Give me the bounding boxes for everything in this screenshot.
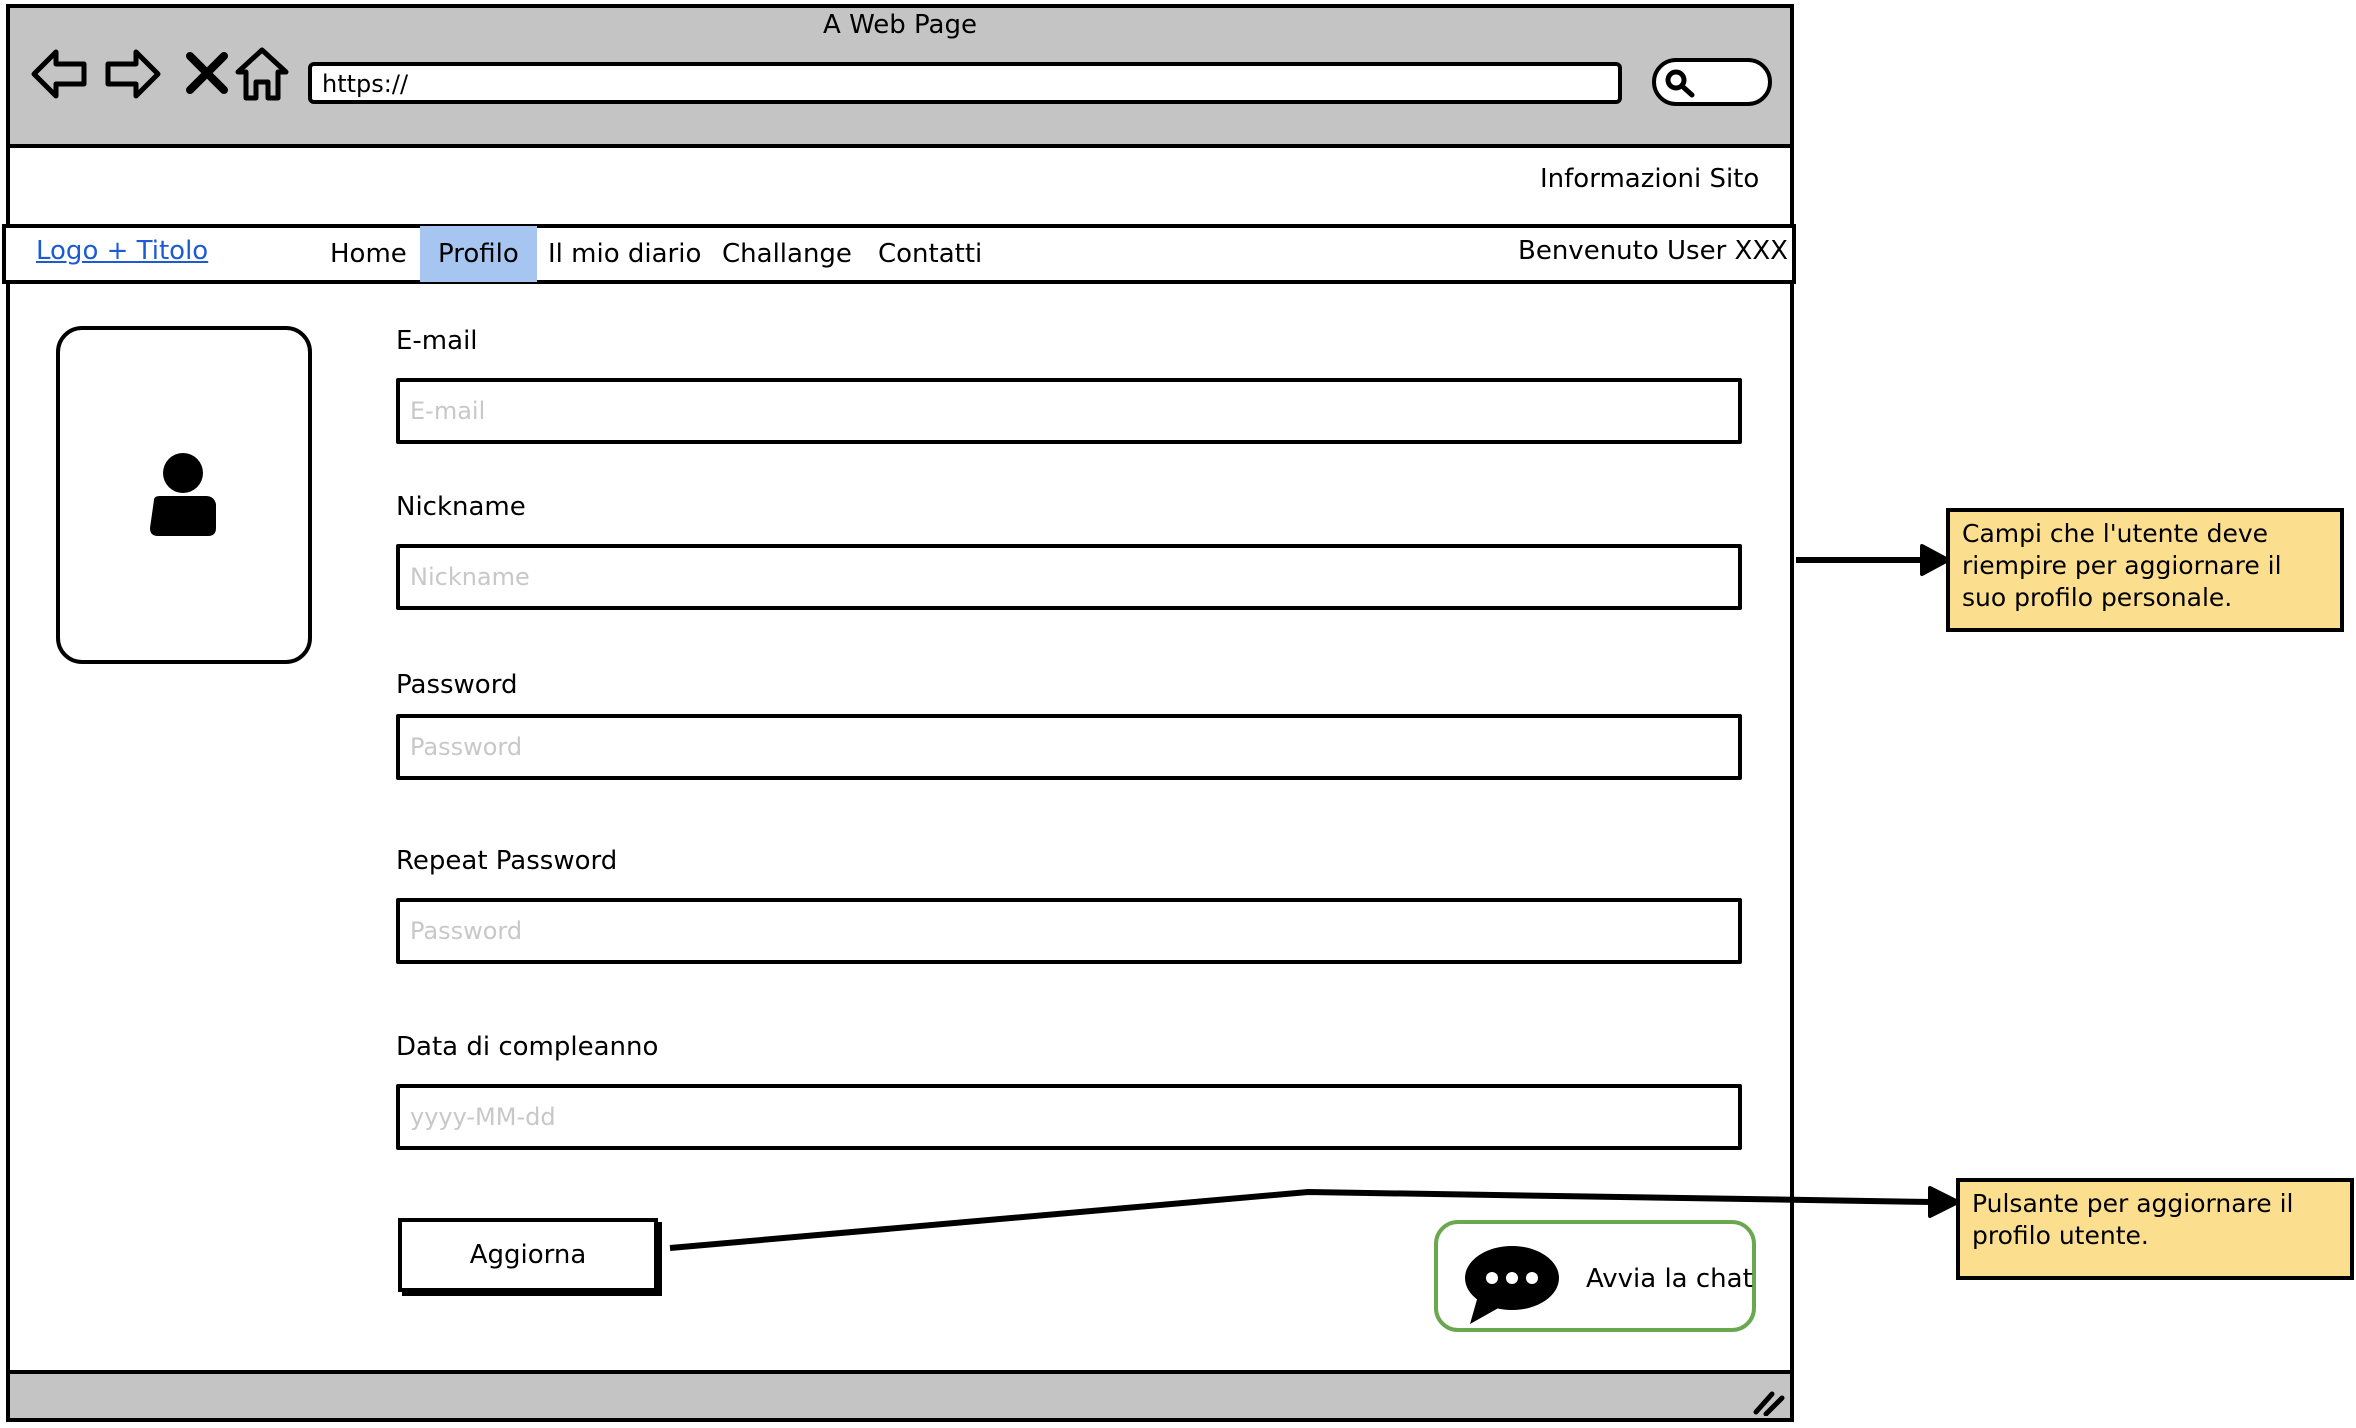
email-field[interactable] [396, 378, 1742, 444]
browser-status-bar [6, 1370, 1794, 1422]
birthday-label: Data di compleanno [396, 1032, 659, 1062]
birthday-field[interactable] [396, 1084, 1742, 1150]
welcome-user-text: Benvenuto User XXX [1518, 236, 1788, 266]
speech-bubble-icon [1465, 1246, 1559, 1324]
email-label: E-mail [396, 326, 478, 356]
address-bar-url: https:// [322, 70, 409, 98]
nav-item-home[interactable]: Home [312, 226, 425, 282]
browser-window [6, 4, 1794, 1422]
home-icon[interactable] [232, 44, 292, 104]
password-label: Password [396, 670, 518, 700]
repeat-password-label: Repeat Password [396, 846, 618, 876]
repeat-password-field[interactable] [396, 898, 1742, 964]
back-arrow-icon[interactable] [30, 44, 90, 104]
nav-item-contatti[interactable]: Contatti [860, 226, 1000, 282]
update-button[interactable]: Aggiorna [398, 1218, 658, 1292]
start-chat-label: Avvia la chat [1586, 1264, 1753, 1294]
password-field[interactable] [396, 714, 1742, 780]
address-bar[interactable]: https:// [308, 62, 1622, 104]
site-info-link[interactable]: Informazioni Sito [1540, 164, 1759, 194]
resize-grip-icon[interactable] [1752, 1386, 1786, 1416]
nickname-field[interactable] [396, 544, 1742, 610]
forward-arrow-icon[interactable] [102, 44, 162, 104]
nickname-label: Nickname [396, 492, 526, 522]
nav-item-profilo[interactable]: Profilo [420, 226, 537, 282]
nav-item-il-mio-diario[interactable]: Il mio diario [530, 226, 719, 282]
close-icon[interactable] [178, 44, 238, 104]
window-title: A Web Page [823, 10, 977, 40]
annotation-note-form-fields: Campi che l'utente deve riempire per agg… [1946, 508, 2344, 632]
annotation-note-update-button: Pulsante per aggiornare il profilo utent… [1956, 1178, 2354, 1280]
search-icon [1665, 69, 1695, 98]
search-button[interactable] [1652, 58, 1772, 106]
nav-item-challange[interactable]: Challange [704, 226, 870, 282]
logo-title-link[interactable]: Logo + Titolo [36, 236, 208, 266]
user-icon [150, 453, 216, 536]
